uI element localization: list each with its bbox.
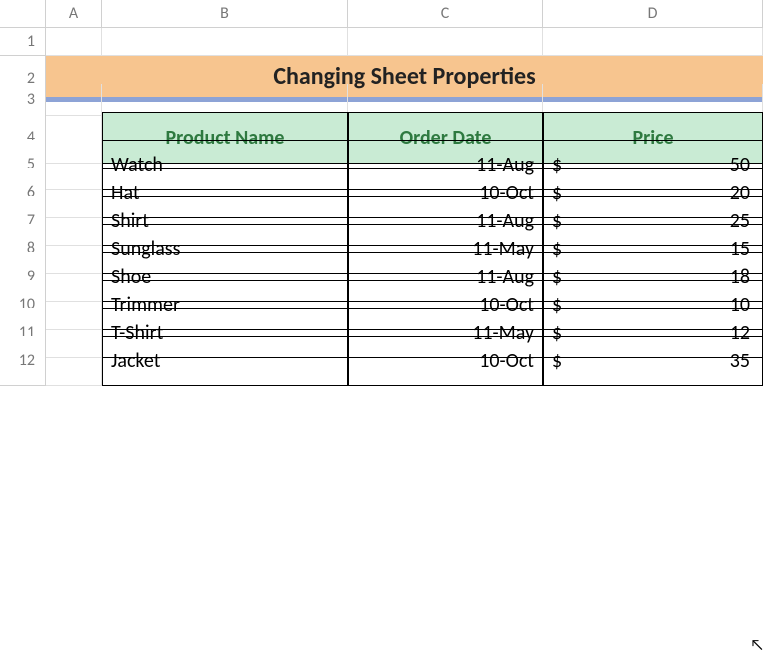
- col-header-B[interactable]: B: [102, 0, 348, 28]
- col-header-C[interactable]: C: [348, 0, 543, 28]
- select-all-corner[interactable]: [0, 0, 46, 28]
- col-header-A[interactable]: A: [46, 0, 102, 28]
- col-header-D[interactable]: D: [543, 0, 763, 28]
- cell[interactable]: [543, 28, 763, 56]
- product-cell[interactable]: Jacket: [102, 336, 348, 386]
- cell[interactable]: [46, 336, 102, 386]
- cell[interactable]: [102, 28, 348, 56]
- price-cell[interactable]: $35: [543, 336, 763, 386]
- cell[interactable]: [46, 28, 102, 56]
- row-header-1[interactable]: 1: [0, 28, 46, 56]
- currency-symbol: $: [552, 349, 562, 373]
- price-value: 35: [730, 349, 750, 373]
- date-cell[interactable]: 10-Oct: [348, 336, 543, 386]
- cell[interactable]: [348, 28, 543, 56]
- cursor-arrow-icon: ↖: [750, 636, 764, 655]
- row-header-12[interactable]: 12: [0, 336, 46, 386]
- spreadsheet-grid: A B C D 1 2 Changing Sheet Properties 3 …: [0, 0, 768, 364]
